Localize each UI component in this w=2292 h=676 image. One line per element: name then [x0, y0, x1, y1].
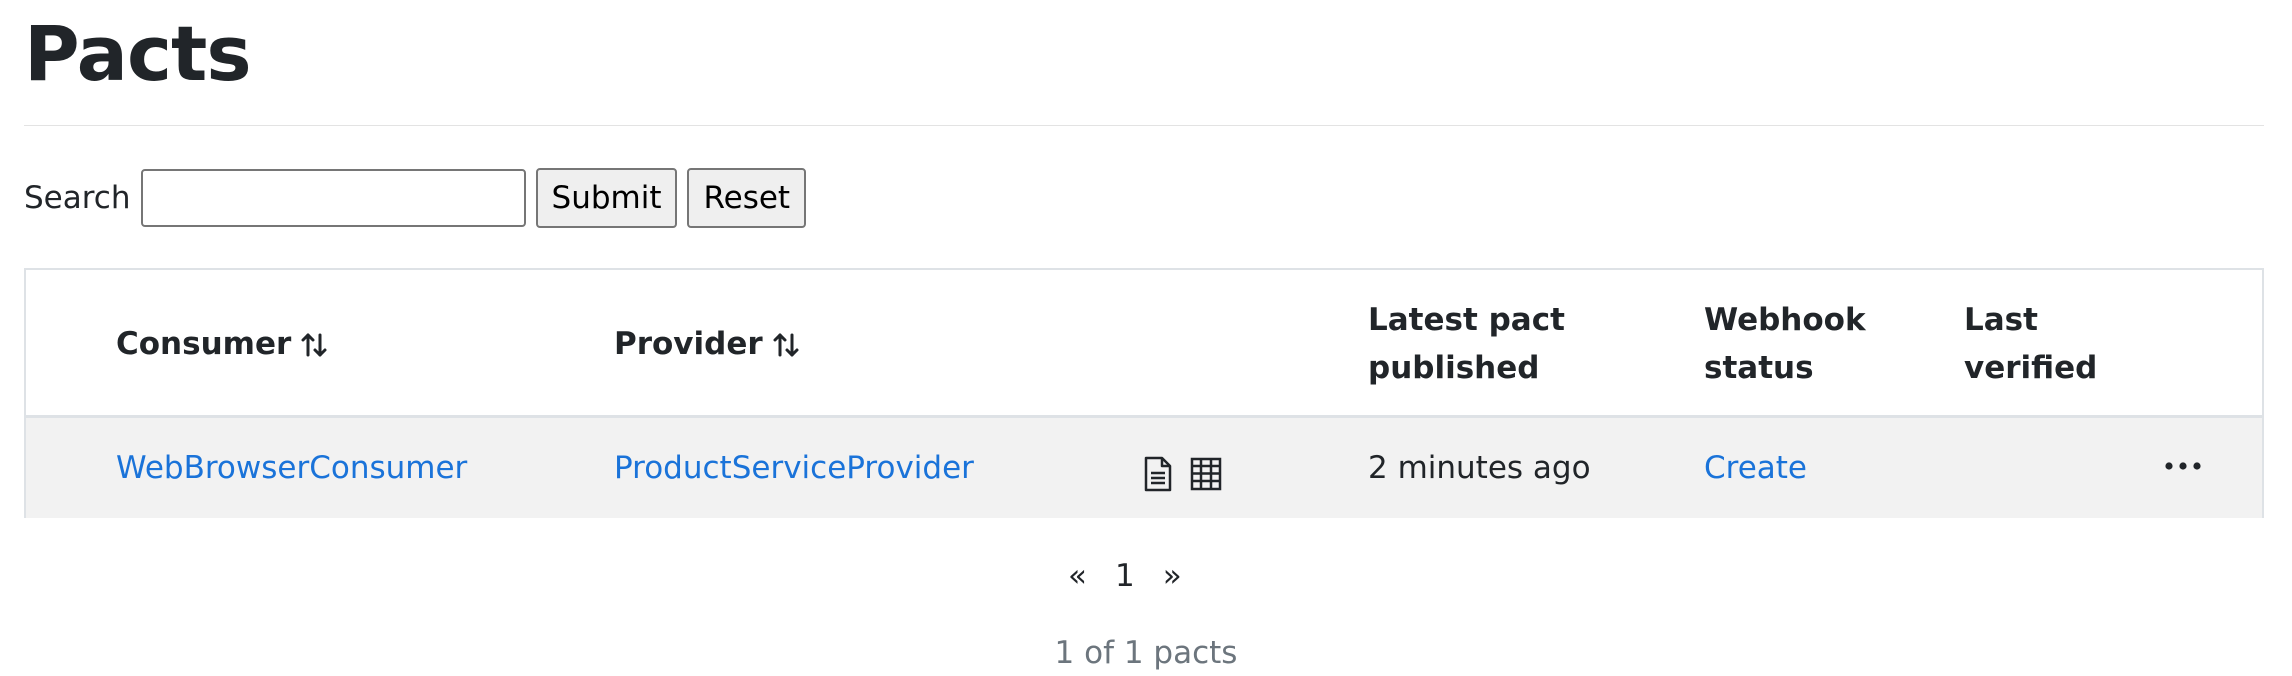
header-provider[interactable]: Provider: [614, 320, 801, 374]
provider-cell: ProductServiceProvider: [614, 418, 974, 518]
header-consumer[interactable]: Consumer: [116, 320, 329, 374]
title-divider: [24, 125, 2264, 126]
header-provider-label: Provider: [614, 326, 763, 362]
sort-arrows-icon[interactable]: [299, 326, 329, 374]
header-latest-pact-line1: Latest pact: [1368, 302, 1565, 338]
row-menu[interactable]: [2164, 412, 2202, 512]
pagination-prev[interactable]: «: [1068, 558, 1087, 594]
webhook-status-cell: Create: [1704, 418, 1807, 518]
pagination-next[interactable]: »: [1163, 558, 1182, 594]
provider-link[interactable]: ProductServiceProvider: [614, 450, 974, 486]
header-latest-pact-published: Latest pact published: [1368, 296, 1565, 392]
pagination-summary: 1 of 1 pacts: [1054, 635, 1238, 671]
search-form: Search Submit Reset: [24, 168, 807, 228]
page-title: Pacts: [24, 9, 252, 98]
header-last-verified-line2: verified: [1964, 350, 2098, 386]
pact-actions-cell: [1142, 428, 1222, 528]
document-icon[interactable]: [1142, 456, 1174, 500]
search-input[interactable]: [140, 169, 526, 227]
search-label: Search: [24, 180, 131, 216]
header-webhook-line1: Webhook: [1704, 302, 1866, 338]
reset-button[interactable]: Reset: [687, 168, 807, 228]
ellipsis-icon[interactable]: [2164, 444, 2202, 480]
header-last-verified: Last verified: [1964, 296, 2097, 392]
submit-button[interactable]: Submit: [535, 168, 678, 228]
pagination-page-1[interactable]: 1: [1115, 558, 1135, 594]
pacts-page: Pacts Search Submit Reset Consumer Provi…: [0, 0, 2292, 676]
table-row: WebBrowserConsumer ProductServiceProvide…: [26, 418, 2262, 518]
sort-arrows-icon[interactable]: [771, 326, 801, 374]
pacts-table: Consumer Provider Latest pact published …: [24, 268, 2264, 518]
header-webhook-line2: status: [1704, 350, 1814, 386]
consumer-cell: WebBrowserConsumer: [116, 418, 467, 518]
header-latest-pact-line2: published: [1368, 350, 1540, 386]
consumer-link[interactable]: WebBrowserConsumer: [116, 450, 467, 486]
header-last-verified-line1: Last: [1964, 302, 2038, 338]
header-webhook-status: Webhook status: [1704, 296, 1866, 392]
pagination: « 1 »: [1068, 552, 1182, 600]
grid-matrix-icon[interactable]: [1190, 457, 1222, 499]
header-consumer-label: Consumer: [116, 326, 292, 362]
webhook-create-link[interactable]: Create: [1704, 450, 1807, 486]
table-header: Consumer Provider Latest pact published …: [26, 270, 2262, 418]
latest-pact-published-cell: 2 minutes ago: [1368, 450, 1591, 486]
